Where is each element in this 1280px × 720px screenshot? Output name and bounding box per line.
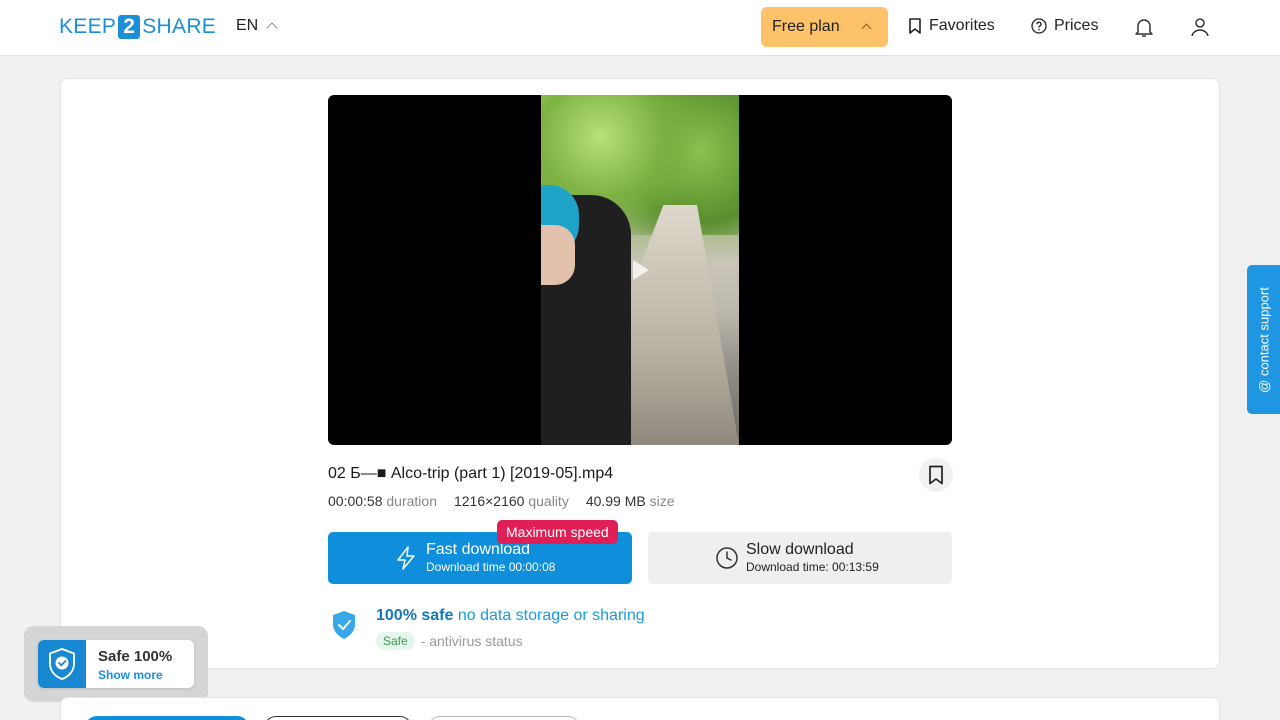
maximum-speed-badge: Maximum speed [497, 520, 618, 544]
slow-download-title: Slow download [746, 541, 854, 558]
antivirus-label: - antivirus status [420, 633, 523, 649]
favorites-link[interactable]: Favorites [908, 17, 995, 35]
video-player[interactable] [328, 95, 952, 445]
show-more-link[interactable]: Show more [98, 668, 163, 682]
help-circle-icon [1031, 18, 1047, 34]
add-to-favorites-button[interactable] [919, 458, 953, 492]
top-navigation-bar: KEEP 2 SHARE EN Free plan Favorites Prices [0, 0, 1280, 56]
antivirus-status: Safe - antivirus status [376, 632, 523, 650]
safe-badge-widget: Safe 100% Show more [24, 626, 208, 702]
tab-secondary[interactable] [264, 716, 412, 720]
bottom-tabs-card [60, 697, 1220, 720]
chevron-up-icon [861, 23, 872, 34]
clock-icon [716, 547, 738, 569]
chevron-up-icon [266, 22, 278, 34]
slow-download-time: Download time: 00:13:59 [746, 560, 879, 574]
duration-meta: 00:00:58 duration [328, 493, 437, 509]
size-meta: 40.99 MB size [585, 493, 675, 509]
language-selector[interactable]: EN [236, 17, 278, 35]
contact-support-label: @ contact support [1256, 286, 1271, 393]
keep2share-logo[interactable]: KEEP 2 SHARE [59, 14, 216, 40]
safety-statement: 100% safe no data storage or sharing [376, 607, 645, 624]
prices-label: Prices [1054, 17, 1099, 34]
file-title: 02 Б—■ Alco-trip (part 1) [2019-05].mp4 [328, 465, 614, 482]
fast-download-time: Download time 00:00:08 [426, 560, 556, 574]
user-icon[interactable] [1188, 15, 1212, 39]
shield-icon [38, 640, 86, 688]
tab-tertiary[interactable] [428, 716, 580, 720]
shield-check-icon [333, 611, 355, 639]
favorites-label: Favorites [929, 17, 995, 34]
bookmark-icon [929, 465, 943, 485]
slow-download-button[interactable]: Slow download Download time: 00:13:59 [648, 532, 952, 584]
quality-meta: 1216×2160 quality [453, 493, 569, 509]
safe-chip: Safe [376, 632, 415, 650]
prices-link[interactable]: Prices [1031, 17, 1098, 35]
play-icon[interactable] [633, 260, 649, 280]
free-plan-button[interactable]: Free plan [761, 7, 888, 47]
safe-badge-title: Safe 100% [98, 648, 173, 665]
language-label: EN [236, 17, 259, 34]
tab-primary[interactable] [85, 716, 249, 720]
lightning-icon [397, 546, 415, 570]
safe-badge-card[interactable]: Safe 100% Show more [38, 640, 194, 688]
plan-label: Free plan [772, 18, 840, 35]
bell-icon[interactable] [1132, 15, 1156, 39]
bookmark-icon [909, 18, 921, 34]
file-meta: 00:00:58 duration 1216×2160 quality 40.9… [328, 493, 675, 509]
contact-support-tab[interactable]: @ contact support [1247, 265, 1280, 414]
